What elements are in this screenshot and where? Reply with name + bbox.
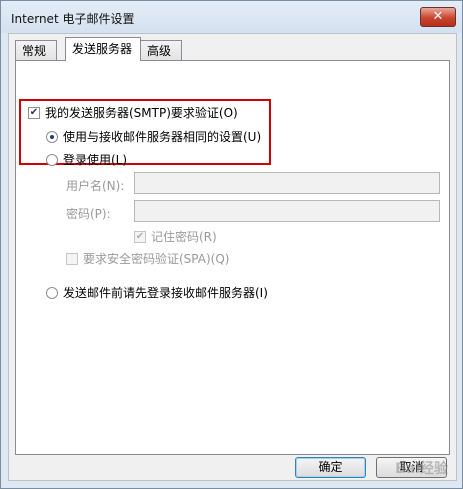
tab-general[interactable]: 常规 [15, 40, 57, 60]
username-field[interactable] [134, 172, 440, 194]
watermark: Bai经验 [395, 461, 448, 477]
spa-label: 要求安全密码验证(SPA)(Q) [83, 252, 230, 266]
logon-using-label: 登录使用(L) [63, 153, 128, 167]
password-label: 密码(P): [66, 207, 111, 221]
title-bar[interactable]: Internet 电子邮件设置 ✕ [1, 1, 462, 33]
logon-using-row[interactable]: 登录使用(L) [46, 151, 127, 168]
username-label-row: 用户名(N): [66, 177, 124, 194]
ok-button[interactable]: 确定 [295, 457, 366, 478]
dialog-window: Internet 电子邮件设置 ✕ 常规 发送服务器 高级 ✔ 我的发送服务器(… [0, 0, 463, 489]
remember-password-label: 记住密码(R) [151, 230, 217, 244]
password-field[interactable] [134, 200, 440, 222]
remember-password-row[interactable]: ✔ 记住密码(R) [134, 228, 217, 245]
require-auth-checkbox[interactable]: ✔ [28, 106, 40, 119]
outgoing-server-panel: ✔ 我的发送服务器(SMTP)要求验证(O) 使用与接收邮件服务器相同的设置(U… [15, 60, 450, 455]
spa-checkbox[interactable] [66, 252, 78, 265]
logon-before-row[interactable]: 发送邮件前请先登录接收邮件服务器(I) [46, 284, 268, 301]
dialog-client: 常规 发送服务器 高级 ✔ 我的发送服务器(SMTP)要求验证(O) 使用与接收… [8, 33, 457, 481]
window-title: Internet 电子邮件设置 [11, 12, 135, 26]
require-auth-label: 我的发送服务器(SMTP)要求验证(O) [45, 106, 238, 120]
same-settings-radio[interactable] [46, 130, 58, 143]
password-label-row: 密码(P): [66, 205, 111, 222]
remember-password-checkbox[interactable]: ✔ [134, 230, 146, 243]
tab-outgoing-server[interactable]: 发送服务器 [65, 37, 141, 61]
logon-before-radio[interactable] [46, 286, 58, 299]
close-button[interactable]: ✕ [420, 7, 456, 27]
tab-advanced[interactable]: 高级 [140, 40, 182, 60]
spa-row[interactable]: 要求安全密码验证(SPA)(Q) [66, 250, 229, 267]
logon-before-label: 发送邮件前请先登录接收邮件服务器(I) [63, 286, 268, 300]
require-auth-row[interactable]: ✔ 我的发送服务器(SMTP)要求验证(O) [28, 104, 238, 121]
same-settings-row[interactable]: 使用与接收邮件服务器相同的设置(U) [46, 128, 261, 145]
username-label: 用户名(N): [66, 179, 125, 193]
same-settings-label: 使用与接收邮件服务器相同的设置(U) [63, 130, 262, 144]
logon-using-radio[interactable] [46, 153, 58, 166]
